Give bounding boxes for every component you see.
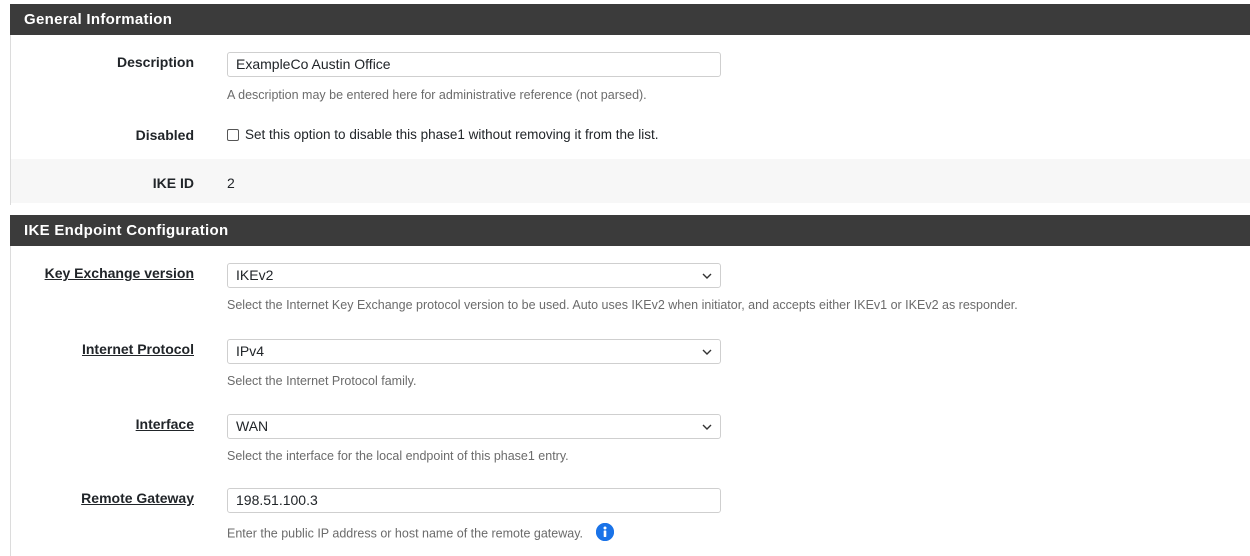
ike-endpoint-title: IKE Endpoint Configuration	[24, 222, 229, 239]
ike-id-label: IKE ID	[152, 175, 194, 191]
ike-endpoint-panel: Key Exchange version IKEv2 Select the In…	[10, 246, 1250, 556]
disabled-row: Disabled Set this option to disable this…	[11, 111, 1250, 160]
chevron-down-icon	[702, 415, 712, 438]
interface-label[interactable]: Interface	[136, 416, 194, 432]
interface-select[interactable]: WAN	[227, 414, 721, 439]
key-exchange-label[interactable]: Key Exchange version	[45, 265, 194, 281]
disabled-option: Set this option to disable this phase1 w…	[227, 127, 658, 142]
description-input[interactable]: ExampleCo Austin Office	[227, 52, 721, 77]
internet-protocol-help: Select the Internet Protocol family.	[227, 374, 417, 388]
internet-protocol-select[interactable]: IPv4	[227, 339, 721, 364]
info-icon[interactable]	[596, 523, 615, 541]
interface-selected: WAN	[236, 418, 269, 434]
remote-gateway-help-line: Enter the public IP address or host name…	[227, 523, 615, 543]
key-exchange-select[interactable]: IKEv2	[227, 263, 721, 288]
ike-id-value: 2	[227, 175, 235, 191]
general-information-heading: General Information	[10, 4, 1250, 35]
ipsec-phase1-form: General Information Description ExampleC…	[0, 0, 1250, 556]
chevron-down-icon	[702, 340, 712, 363]
disabled-checkbox-label[interactable]: Set this option to disable this phase1 w…	[245, 127, 658, 142]
internet-protocol-selected: IPv4	[236, 343, 265, 359]
key-exchange-help: Select the Internet Key Exchange protoco…	[227, 298, 1018, 312]
description-help: A description may be entered here for ad…	[227, 88, 647, 102]
chevron-down-icon	[702, 264, 712, 287]
key-exchange-row: Key Exchange version IKEv2 Select the In…	[11, 246, 1250, 323]
internet-protocol-row: Internet Protocol IPv4 Select the Intern…	[11, 322, 1250, 398]
disabled-label: Disabled	[135, 127, 194, 143]
internet-protocol-label[interactable]: Internet Protocol	[82, 341, 194, 357]
key-exchange-selected: IKEv2	[236, 267, 274, 283]
interface-help: Select the interface for the local endpo…	[227, 449, 569, 463]
general-information-title: General Information	[24, 11, 173, 28]
interface-row: Interface WAN Select the interface for t…	[11, 397, 1250, 473]
remote-gateway-help: Enter the public IP address or host name…	[227, 526, 583, 541]
description-row: Description ExampleCo Austin Office A de…	[11, 35, 1250, 112]
disabled-checkbox[interactable]	[227, 128, 239, 141]
ike-id-row: IKE ID 2	[11, 159, 1250, 203]
description-label: Description	[116, 54, 194, 70]
general-information-panel: Description ExampleCo Austin Office A de…	[10, 35, 1250, 205]
remote-gateway-label[interactable]: Remote Gateway	[81, 490, 194, 506]
remote-gateway-input[interactable]: 198.51.100.3	[227, 488, 721, 513]
remote-gateway-row: Remote Gateway 198.51.100.3 Enter the pu…	[11, 472, 1250, 556]
ike-endpoint-heading: IKE Endpoint Configuration	[10, 215, 1250, 246]
